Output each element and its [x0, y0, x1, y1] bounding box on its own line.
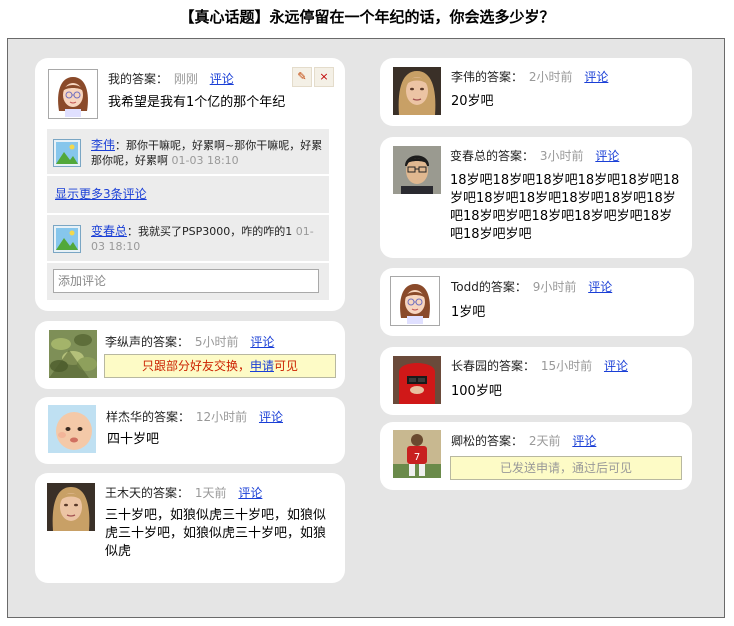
answer-text: 18岁吧18岁吧18岁吧18岁吧18岁吧18岁吧18岁吧18岁吧18岁吧18岁吧… — [450, 173, 680, 242]
answer-time: 5小时前 — [194, 335, 239, 349]
answer-card: 李纵声的答案： 5小时前 评论 只跟部分好友交换，申请可见 — [35, 321, 345, 389]
comment-text: ：我就买了PSP3000，咋的咋的1 — [127, 225, 293, 238]
cartoon-girl-avatar-icon[interactable] — [390, 276, 440, 326]
answer-time: 1天前 — [194, 486, 227, 500]
comment-item: 李伟：那你干嘛呢，好累啊~那你干嘛呢，好累那你呢，好累啊 01-03 18:10 — [47, 129, 329, 174]
comment-user-link[interactable]: 李伟 — [91, 138, 115, 152]
answerer-name: 样杰华 — [106, 410, 143, 424]
answerer-name: 我 — [108, 72, 121, 86]
answer-suffix: 的答案： — [141, 335, 190, 349]
answer-tools: ✎ × — [290, 67, 334, 87]
answer-card: 王木天的答案： 1天前 评论 三十岁吧，如狼似虎三十岁吧，如狼似虎三十岁吧，如狼… — [35, 473, 345, 583]
answer-suffix: 的答案： — [142, 410, 191, 424]
answer-text: 三十岁吧，如狼似虎三十岁吧，如狼似虎三十岁吧，如狼似虎三十岁吧，如狼似虎 — [105, 508, 327, 559]
football-player-avatar-icon[interactable] — [393, 430, 441, 478]
edit-pencil-icon[interactable]: ✎ — [292, 67, 312, 87]
answer-card: 李伟的答案： 2小时前 评论 20岁吧 — [380, 58, 692, 126]
pending-notice: 已发送申请，通过后可见 — [450, 456, 682, 480]
man-glasses-photo-avatar-icon[interactable] — [393, 146, 441, 194]
comment-body: 变春总：我就买了PSP3000，咋的咋的1 01-03 18:10 — [91, 224, 325, 254]
answer-card: 样杰华的答案： 12小时前 评论 四十岁吧 — [35, 397, 345, 464]
answer-time: 3小时前 — [539, 149, 584, 163]
add-comment-row — [47, 263, 329, 300]
answer-text: 100岁吧 — [451, 384, 502, 399]
answer-header: 样杰华的答案： 12小时前 评论 — [106, 408, 283, 425]
comment-link[interactable]: 评论 — [595, 149, 619, 163]
answer-header: 王木天的答案： 1天前 评论 — [105, 484, 262, 501]
answerer-name: 变春总 — [450, 149, 487, 163]
image-placeholder-icon — [53, 225, 81, 253]
answer-suffix: 的答案： — [487, 359, 536, 373]
answerer-name: 李伟 — [451, 70, 476, 84]
add-comment-input[interactable] — [53, 269, 319, 293]
plant-photo-avatar-icon[interactable] — [49, 330, 97, 378]
answerer-name: Todd — [451, 280, 479, 294]
answer-time: 9小时前 — [532, 280, 577, 294]
page-title: 【真心话题】永远停留在一个年纪的话，你会选多少岁？ — [179, 8, 555, 26]
red-hat-photo-avatar-icon[interactable] — [393, 356, 441, 404]
answer-card: Todd的答案： 9小时前 评论 1岁吧 — [380, 268, 694, 336]
answer-card-mine: 我的答案： 刚刚 评论 ✎ × 我希望是我有1个亿的那个年纪 李伟：那你干嘛呢，好… — [35, 58, 345, 311]
comment-link[interactable]: 评论 — [604, 359, 628, 373]
answer-text: 20岁吧 — [451, 94, 494, 109]
comment-user-link[interactable]: 变春总 — [91, 224, 127, 238]
comment-link[interactable]: 评论 — [250, 335, 274, 349]
answer-header: 李伟的答案： 2小时前 评论 — [451, 68, 608, 85]
comment-body: 李伟：那你干嘛呢，好累啊~那你干嘛呢，好累那你呢，好累啊 01-03 18:10 — [91, 138, 325, 168]
image-placeholder-icon — [53, 139, 81, 167]
comment-link[interactable]: 评论 — [584, 70, 608, 84]
answer-suffix: 的答案： — [475, 70, 524, 84]
answer-text: 1岁吧 — [451, 305, 486, 320]
answer-text: 四十岁吧 — [107, 432, 160, 447]
restricted-notice: 只跟部分好友交换，申请可见 — [104, 354, 336, 378]
notice-text: 只跟部分好友交换， — [141, 359, 250, 373]
comment-link[interactable]: 评论 — [238, 486, 262, 500]
delete-close-icon[interactable]: × — [314, 67, 334, 87]
comment-link[interactable]: 评论 — [572, 434, 596, 448]
comment-link[interactable]: 评论 — [259, 410, 283, 424]
woman-photo-avatar-icon[interactable] — [393, 67, 441, 115]
show-more-comments-link[interactable]: 显示更多3条评论 — [55, 185, 147, 202]
answer-suffix: 的答案： — [478, 280, 527, 294]
answerer-name: 李纵声 — [105, 335, 142, 349]
answer-text: 我希望是我有1个亿的那个年纪 — [108, 95, 286, 110]
answer-header: Todd的答案： 9小时前 评论 — [451, 278, 612, 295]
baby-photo-avatar-icon[interactable] — [48, 405, 96, 453]
answer-time: 12小时前 — [195, 410, 248, 424]
more-comments-row: 显示更多3条评论 — [47, 176, 329, 213]
answer-time: 15小时前 — [540, 359, 593, 373]
answer-time: 刚刚 — [173, 72, 198, 86]
answerer-name: 卿松 — [451, 434, 476, 448]
comment-item: 变春总：我就买了PSP3000，咋的咋的1 01-03 18:10 — [47, 215, 329, 261]
answer-header: 长春园的答案： 15小时前 评论 — [451, 357, 628, 374]
apply-link[interactable]: 申请 — [250, 359, 274, 373]
answer-card: 长春园的答案： 15小时前 评论 100岁吧 — [380, 347, 692, 415]
answer-card: 变春总的答案： 3小时前 评论 18岁吧18岁吧18岁吧18岁吧18岁吧18岁吧… — [380, 137, 692, 258]
answer-time: 2小时前 — [528, 70, 573, 84]
answer-suffix: 的答案： — [486, 149, 535, 163]
comment-link[interactable]: 评论 — [588, 280, 612, 294]
answerer-name: 王木天 — [105, 486, 142, 500]
cartoon-girl-avatar-icon[interactable] — [48, 69, 98, 119]
woman-photo-avatar-icon[interactable] — [47, 483, 95, 531]
answer-header: 李纵声的答案： 5小时前 评论 — [105, 333, 274, 350]
answer-suffix: 的答案： — [141, 486, 190, 500]
answer-header: 我的答案： 刚刚 评论 — [108, 70, 234, 87]
answerer-name: 长春园 — [451, 359, 488, 373]
answer-time: 2天前 — [528, 434, 561, 448]
comment-link[interactable]: 评论 — [210, 72, 234, 86]
notice-text: 可见 — [274, 359, 299, 373]
answer-suffix: 的答案： — [120, 72, 169, 86]
answer-card: 卿松的答案： 2天前 评论 已发送申请，通过后可见 — [380, 422, 692, 490]
answer-suffix: 的答案： — [475, 434, 524, 448]
comment-time: 01-03 18:10 — [171, 154, 239, 167]
answer-header: 变春总的答案： 3小时前 评论 — [450, 147, 619, 164]
answer-header: 卿松的答案： 2天前 评论 — [451, 432, 596, 449]
answers-board: 我的答案： 刚刚 评论 ✎ × 我希望是我有1个亿的那个年纪 李伟：那你干嘛呢，好… — [7, 38, 725, 618]
